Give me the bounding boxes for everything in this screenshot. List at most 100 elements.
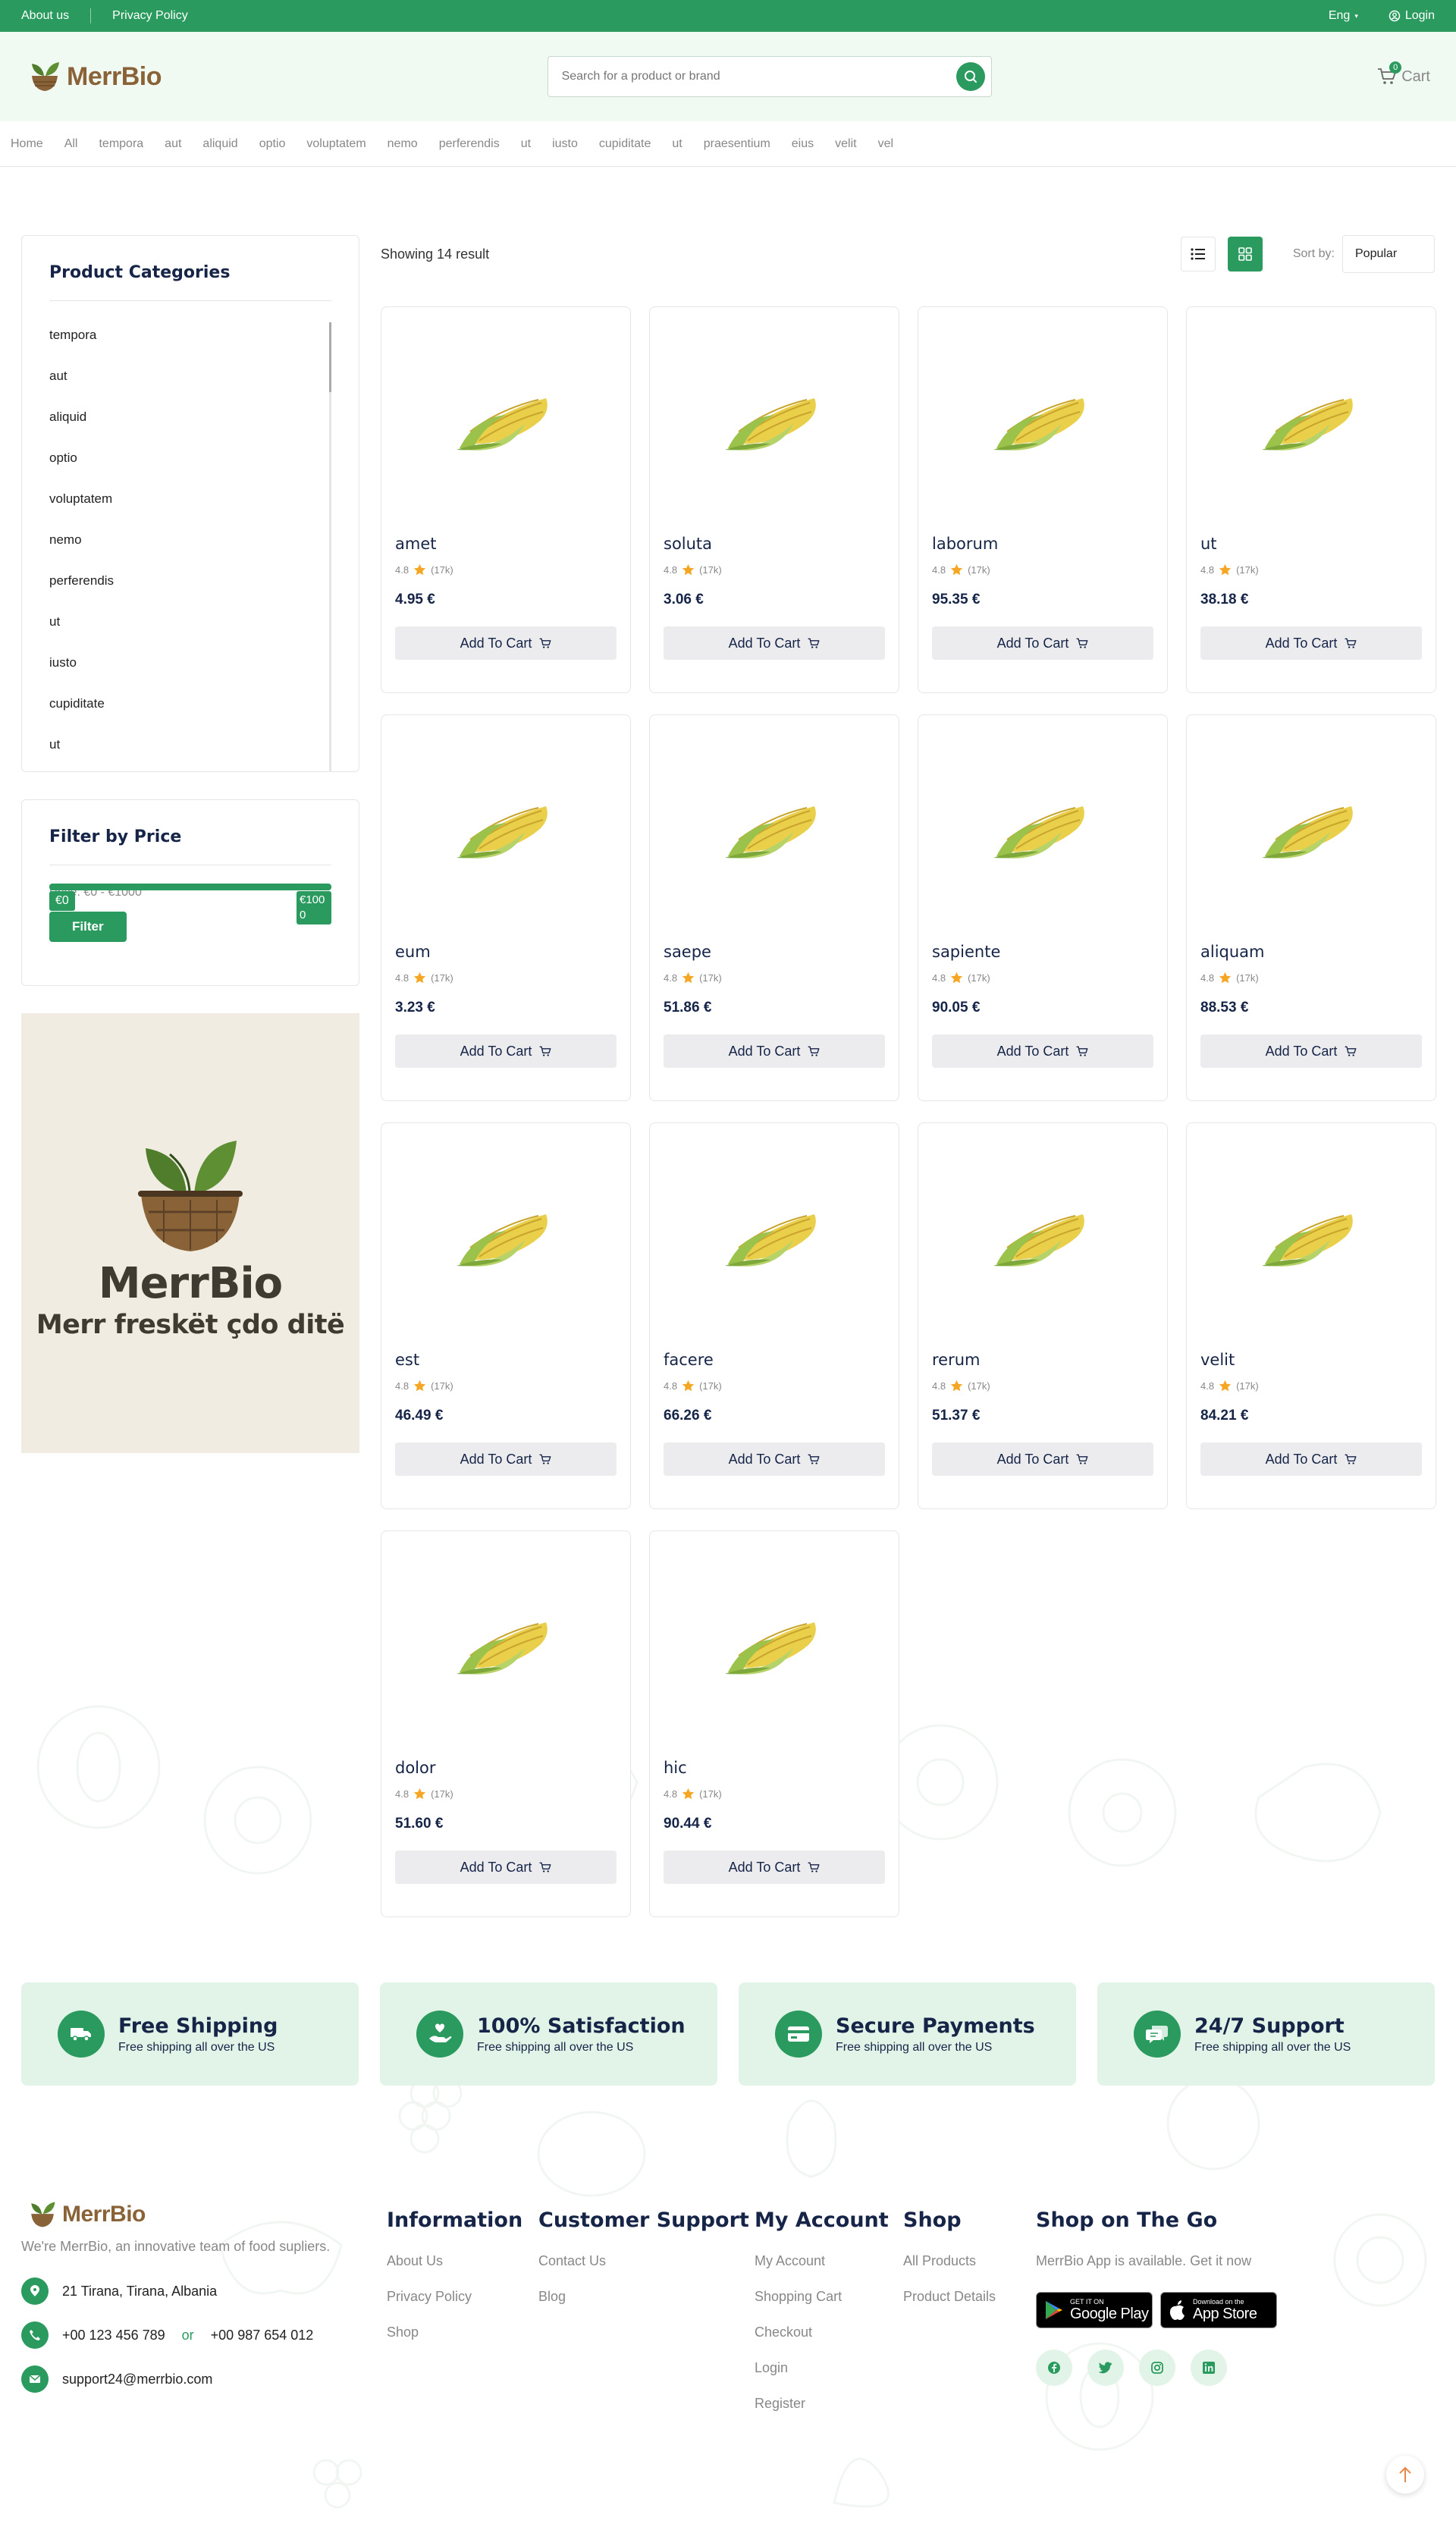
nav-item[interactable]: ut [521, 137, 531, 151]
product-name[interactable]: saepe [664, 943, 885, 961]
language-selector[interactable]: Eng ▾ [1329, 9, 1358, 23]
filter-button[interactable]: Filter [49, 912, 127, 942]
product-image[interactable] [395, 715, 617, 943]
category-item[interactable]: ut [49, 601, 331, 642]
site-logo[interactable]: MerrBio [27, 59, 162, 94]
product-card[interactable]: saepe 4.8 (17k) 51.86 € Add To Cart [649, 714, 899, 1101]
product-image[interactable] [1200, 1123, 1422, 1351]
footer-logo[interactable]: MerrBio [27, 2199, 370, 2230]
nav-item[interactable]: optio [259, 137, 286, 151]
phone-1[interactable]: +00 123 456 789 [62, 2328, 165, 2343]
product-name[interactable]: soluta [664, 535, 885, 553]
google-play-button[interactable]: GET IT ON Google Play [1036, 2292, 1153, 2328]
product-name[interactable]: velit [1200, 1351, 1422, 1369]
footer-link[interactable]: Blog [538, 2289, 749, 2305]
product-name[interactable]: hic [664, 1759, 885, 1777]
nav-item[interactable]: velit [835, 137, 856, 151]
phone-2[interactable]: +00 987 654 012 [211, 2328, 314, 2343]
category-item[interactable]: aut [49, 356, 331, 397]
product-name[interactable]: est [395, 1351, 617, 1369]
footer-link[interactable]: Shop [387, 2325, 522, 2340]
product-name[interactable]: rerum [932, 1351, 1153, 1369]
category-item[interactable]: perferendis [49, 560, 331, 601]
category-item[interactable]: tempora [49, 315, 331, 356]
product-card[interactable]: laborum 4.8 (17k) 95.35 € Add To Cart [918, 306, 1168, 693]
product-card[interactable]: sapiente 4.8 (17k) 90.05 € Add To Cart [918, 714, 1168, 1101]
category-item[interactable]: aliquid [49, 397, 331, 438]
add-to-cart-button[interactable]: Add To Cart [395, 1851, 617, 1884]
nav-item[interactable]: Home [11, 137, 43, 151]
price-max-handle[interactable]: €1000 [297, 891, 331, 924]
product-card[interactable]: rerum 4.8 (17k) 51.37 € Add To Cart [918, 1122, 1168, 1509]
nav-item[interactable]: iusto [552, 137, 578, 151]
categories-scrollbar[interactable] [329, 322, 331, 771]
sort-select[interactable]: Popular [1342, 235, 1435, 273]
footer-link[interactable]: Contact Us [538, 2253, 749, 2269]
login-link[interactable]: Login [1389, 9, 1435, 23]
price-min-handle[interactable]: €0 [49, 891, 75, 911]
category-item[interactable]: optio [49, 438, 331, 479]
product-card[interactable]: amet 4.8 (17k) 4.95 € Add To Cart [381, 306, 631, 693]
scroll-to-top-button[interactable] [1386, 2456, 1424, 2494]
add-to-cart-button[interactable]: Add To Cart [1200, 626, 1422, 660]
email-text[interactable]: support24@merrbio.com [62, 2372, 212, 2387]
nav-item[interactable]: cupiditate [599, 137, 651, 151]
category-item[interactable]: voluptatem [49, 479, 331, 520]
category-item[interactable]: iusto [49, 642, 331, 683]
product-image[interactable] [664, 715, 885, 943]
add-to-cart-button[interactable]: Add To Cart [932, 1034, 1153, 1068]
product-card[interactable]: est 4.8 (17k) 46.49 € Add To Cart [381, 1122, 631, 1509]
nav-item[interactable]: perferendis [439, 137, 500, 151]
category-item[interactable]: ut [49, 724, 331, 765]
product-image[interactable] [932, 715, 1153, 943]
product-image[interactable] [664, 307, 885, 535]
nav-item[interactable]: aut [165, 137, 181, 151]
product-name[interactable]: eum [395, 943, 617, 961]
category-item[interactable]: nemo [49, 520, 331, 560]
product-image[interactable] [395, 1531, 617, 1759]
product-image[interactable] [664, 1531, 885, 1759]
product-image[interactable] [1200, 307, 1422, 535]
product-image[interactable] [932, 1123, 1153, 1351]
footer-link[interactable]: All Products [903, 2253, 996, 2269]
nav-item[interactable]: nemo [388, 137, 418, 151]
add-to-cart-button[interactable]: Add To Cart [932, 1442, 1153, 1476]
category-item[interactable]: praesentium [49, 765, 331, 771]
app-store-button[interactable]: Download on the App Store [1160, 2292, 1277, 2328]
product-name[interactable]: dolor [395, 1759, 617, 1777]
product-card[interactable]: velit 4.8 (17k) 84.21 € Add To Cart [1186, 1122, 1436, 1509]
footer-link[interactable]: Shopping Cart [755, 2289, 889, 2305]
privacy-policy-link[interactable]: Privacy Policy [112, 9, 188, 23]
search-button[interactable] [956, 62, 985, 91]
nav-item[interactable]: eius [792, 137, 814, 151]
product-card[interactable]: eum 4.8 (17k) 3.23 € Add To Cart [381, 714, 631, 1101]
twitter-icon[interactable] [1087, 2350, 1124, 2386]
product-card[interactable]: aliquam 4.8 (17k) 88.53 € Add To Cart [1186, 714, 1436, 1101]
add-to-cart-button[interactable]: Add To Cart [932, 626, 1153, 660]
product-card[interactable]: hic 4.8 (17k) 90.44 € Add To Cart [649, 1530, 899, 1917]
footer-link[interactable]: My Account [755, 2253, 889, 2269]
footer-link[interactable]: Privacy Policy [387, 2289, 522, 2305]
product-name[interactable]: laborum [932, 535, 1153, 553]
footer-link[interactable]: Login [755, 2360, 889, 2376]
about-us-link[interactable]: About us [21, 9, 69, 23]
nav-item[interactable]: ut [672, 137, 682, 151]
nav-item[interactable]: All [64, 137, 78, 151]
add-to-cart-button[interactable]: Add To Cart [664, 626, 885, 660]
promo-banner[interactable]: MerrBio Merr freskët çdo ditë [21, 1013, 359, 1453]
nav-item[interactable]: tempora [99, 137, 143, 151]
nav-item[interactable]: vel [878, 137, 893, 151]
add-to-cart-button[interactable]: Add To Cart [664, 1851, 885, 1884]
product-name[interactable]: facere [664, 1351, 885, 1369]
footer-link[interactable]: About Us [387, 2253, 522, 2269]
add-to-cart-button[interactable]: Add To Cart [395, 626, 617, 660]
category-item[interactable]: cupiditate [49, 683, 331, 724]
footer-link[interactable]: Register [755, 2396, 889, 2412]
add-to-cart-button[interactable]: Add To Cart [664, 1442, 885, 1476]
nav-item[interactable]: voluptatem [306, 137, 366, 151]
product-image[interactable] [1200, 715, 1422, 943]
price-range-slider[interactable]: €0 €1000 [49, 884, 331, 924]
product-image[interactable] [664, 1123, 885, 1351]
product-image[interactable] [395, 1123, 617, 1351]
product-name[interactable]: amet [395, 535, 617, 553]
